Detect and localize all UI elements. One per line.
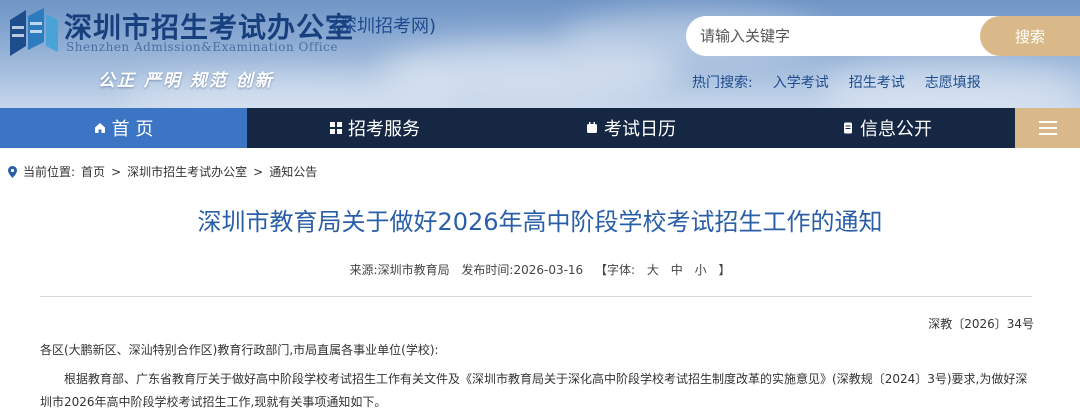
menu-icon[interactable] [1015,108,1080,148]
nav-item-label: 招考服务 [348,119,420,140]
breadcrumb-label: 当前位置: [23,165,76,179]
home-icon [94,123,105,133]
breadcrumb-item-office[interactable]: 深圳市招生考试办公室 [127,163,247,180]
location-pin-icon [8,165,17,178]
search-button[interactable]: 搜索 [980,16,1080,56]
nav-item-info[interactable]: 信息公开 [759,108,1015,148]
site-header: 深圳市招生考试办公室 (深圳招考网) Shenzhen Admission&Ex… [0,0,1080,108]
nav-item-calendar[interactable]: 考试日历 [503,108,759,148]
hot-search-link[interactable]: 志愿填报 [925,72,981,92]
article-title: 深圳市教育局关于做好2026年高中阶段学校考试招生工作的通知 [197,208,883,236]
site-english-name: Shenzhen Admission&Examination Office [66,40,338,54]
logo-icon[interactable] [6,6,60,60]
site-subtitle: (深圳招考网) [332,16,437,37]
document-icon [844,122,852,134]
article-body-paragraph: 根据教育部、广东省教育厅关于做好高中阶段学校考试招生工作有关文件及《深圳市教育局… [40,372,1028,409]
hot-search-label: 热门搜索: [692,75,753,91]
hot-search: 热门搜索: 入学考试 招生考试 志愿填报 [692,72,981,92]
divider [40,296,1032,297]
grid-icon [330,122,342,134]
article-source: 来源:深圳市教育局 [349,263,450,277]
breadcrumb: 当前位置: 首页 > 深圳市招生考试办公室 > 通知公告 [8,163,317,180]
nav-item-home[interactable]: 首 页 [0,108,247,148]
nav-item-label: 首 页 [111,119,154,140]
hot-search-link[interactable]: 入学考试 [773,72,829,92]
breadcrumb-item-home[interactable]: 首页 [81,163,105,180]
font-size-label: 【字体: [595,263,636,277]
nav-item-label: 考试日历 [604,119,676,140]
document-number: 深教〔2026〕34号 [928,317,1034,331]
nav-item-label: 信息公开 [860,119,932,140]
site-slogan: 公正 严明 规范 创新 [98,71,274,91]
main-nav: 首 页 招考服务 考试日历 信息公开 [0,108,1080,148]
font-size-small-button[interactable]: 小 [695,263,707,277]
font-size-medium-button[interactable]: 中 [671,263,683,277]
font-size-end: 】 [718,263,731,277]
search-input[interactable] [700,16,980,56]
breadcrumb-separator: > [253,164,264,179]
article-date: 发布时间:2026-03-16 [461,263,584,277]
article-salutation: 各区(大鹏新区、深汕特别合作区)教育行政部门,市局直属各事业单位(学校): [40,343,439,357]
font-size-large-button[interactable]: 大 [647,263,659,277]
article-meta: 来源:深圳市教育局 发布时间:2026-03-16 【字体: 大 中 小 】 [0,261,1080,278]
breadcrumb-separator: > [111,164,122,179]
nav-item-services[interactable]: 招考服务 [247,108,503,148]
hot-search-link[interactable]: 招生考试 [849,72,905,92]
calendar-icon [587,122,597,133]
breadcrumb-item-notices[interactable]: 通知公告 [269,163,317,180]
